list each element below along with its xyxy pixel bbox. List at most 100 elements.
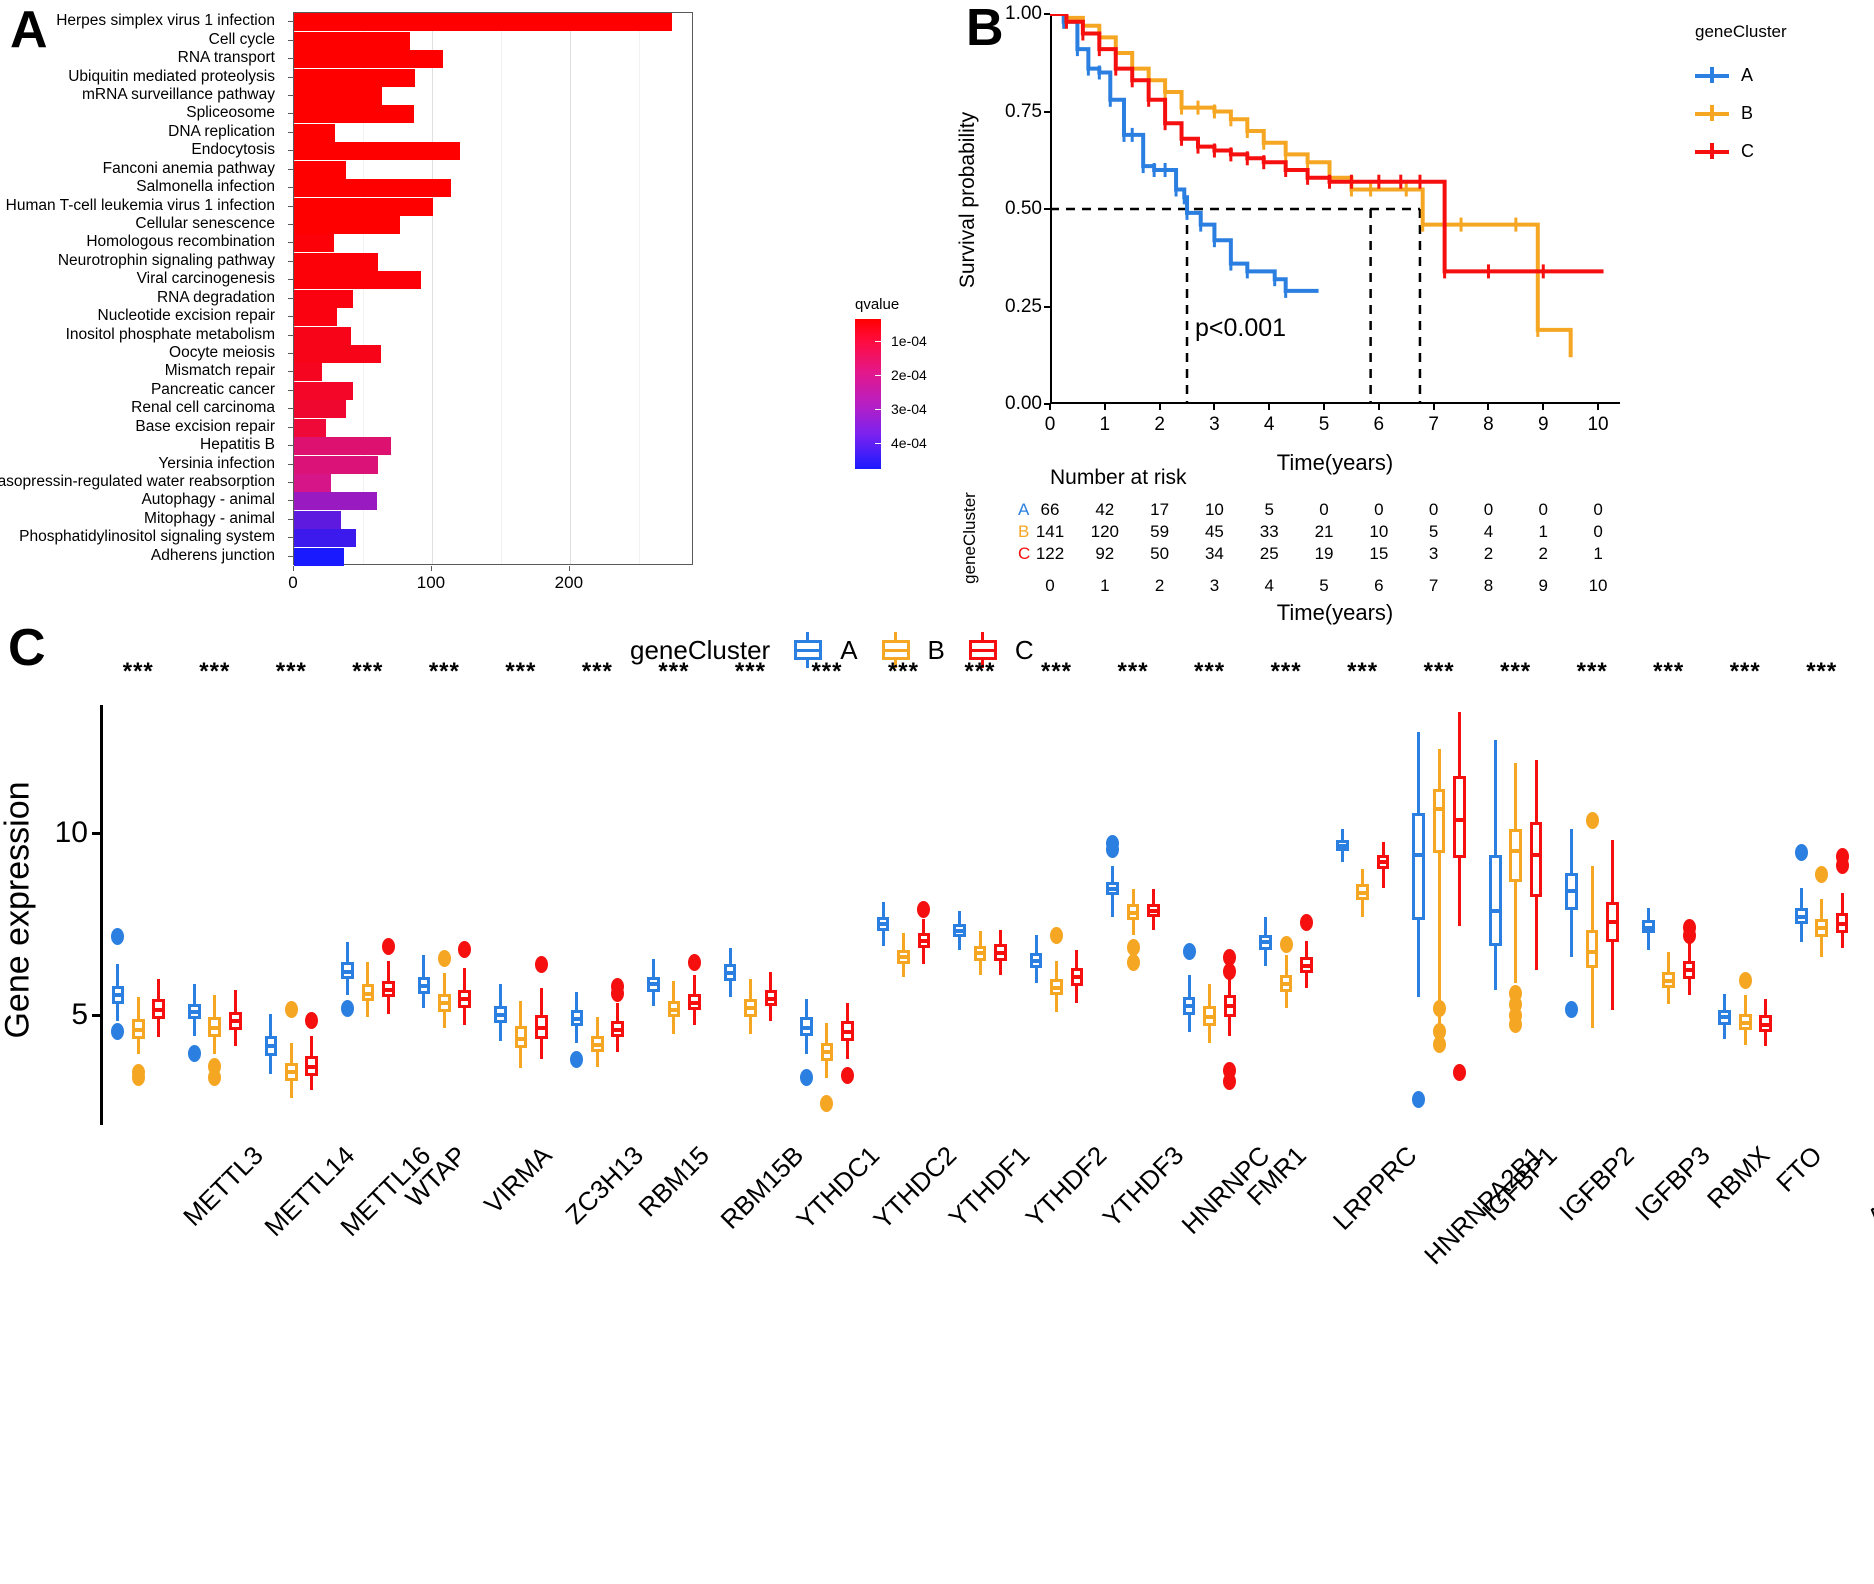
kegg-bar-row[interactable] xyxy=(294,474,694,493)
kegg-category-tick xyxy=(288,21,293,23)
boxplot-outlier xyxy=(131,1069,145,1087)
kegg-bar-row[interactable] xyxy=(294,197,694,216)
kegg-bar-row[interactable] xyxy=(294,50,694,69)
kegg-bar-row[interactable] xyxy=(294,215,694,234)
kegg-bar[interactable] xyxy=(294,345,381,364)
kegg-bar[interactable] xyxy=(294,179,452,198)
kegg-bar-row[interactable] xyxy=(294,455,694,474)
km-x-tick-label: 8 xyxy=(1483,414,1494,435)
kegg-bar[interactable] xyxy=(294,271,421,290)
kegg-bar-row[interactable] xyxy=(294,105,694,124)
risk-table-y-title: geneCluster xyxy=(960,492,979,584)
kegg-bar-row[interactable] xyxy=(294,381,694,400)
kegg-bar[interactable] xyxy=(294,160,347,179)
boxplot-outlier xyxy=(1106,840,1120,858)
kegg-bar-row[interactable] xyxy=(294,345,694,364)
kegg-bar[interactable] xyxy=(294,363,322,382)
boxplot-outlier xyxy=(1223,963,1237,981)
kegg-bar-row[interactable] xyxy=(294,510,694,529)
kegg-bar[interactable] xyxy=(294,142,460,161)
kegg-bar-row[interactable] xyxy=(294,529,694,548)
km-x-tick xyxy=(1597,404,1600,410)
significance-marker: *** xyxy=(1423,658,1455,685)
boxplot-y-tick-label: 10 xyxy=(54,815,88,849)
kegg-bar[interactable] xyxy=(294,252,379,271)
km-legend-item-a[interactable]: A xyxy=(1695,56,1787,94)
qvalue-legend-label: 3e-04 xyxy=(891,401,927,417)
kegg-bar[interactable] xyxy=(294,289,354,308)
kegg-category-label: Viral carcinogenesis xyxy=(136,270,275,288)
boxplot-median-line xyxy=(264,1044,278,1049)
kegg-bar-row[interactable] xyxy=(294,437,694,456)
boxplot-median-line xyxy=(305,1064,319,1069)
kegg-category-label: mRNA surveillance pathway xyxy=(82,85,275,103)
kegg-bar-row[interactable] xyxy=(294,271,694,290)
boxplot-outlier xyxy=(437,950,451,968)
kegg-bar[interactable] xyxy=(294,215,401,234)
kegg-bar[interactable] xyxy=(294,234,334,253)
kegg-bar[interactable] xyxy=(294,13,672,32)
risk-cell: 5 xyxy=(1264,500,1274,519)
gene-label: YTHDF2 xyxy=(1019,1140,1113,1233)
km-legend-item-b[interactable]: B xyxy=(1695,94,1787,132)
kegg-bar[interactable] xyxy=(294,529,357,548)
kegg-bar[interactable] xyxy=(294,455,379,474)
km-x-tick xyxy=(1542,404,1545,410)
kegg-bar-row[interactable] xyxy=(294,13,694,32)
kegg-bar[interactable] xyxy=(294,31,410,50)
kegg-bar-row[interactable] xyxy=(294,179,694,198)
boxplot-outlier xyxy=(917,901,931,919)
kegg-bar[interactable] xyxy=(294,68,416,87)
kegg-bar-row[interactable] xyxy=(294,400,694,419)
kegg-bar[interactable] xyxy=(294,197,434,216)
kegg-bar[interactable] xyxy=(294,437,391,456)
kegg-bar-row[interactable] xyxy=(294,31,694,50)
km-x-tick xyxy=(1213,404,1216,410)
kegg-bar[interactable] xyxy=(294,492,377,511)
boxplot-outlier xyxy=(305,1012,319,1030)
kegg-bar-row[interactable] xyxy=(294,289,694,308)
panel-c-letter: C xyxy=(8,619,46,677)
boxplot-median-line xyxy=(994,951,1007,956)
kegg-category-tick xyxy=(288,371,293,373)
kegg-bar-row[interactable] xyxy=(294,252,694,271)
kegg-bar[interactable] xyxy=(294,547,344,566)
kegg-category-tick xyxy=(288,187,293,189)
kegg-bar[interactable] xyxy=(294,105,414,124)
kegg-bar-row[interactable] xyxy=(294,326,694,345)
kegg-bar-row[interactable] xyxy=(294,234,694,253)
kegg-bar[interactable] xyxy=(294,474,332,493)
kegg-bar-row[interactable] xyxy=(294,363,694,382)
km-x-tick-label: 0 xyxy=(1044,414,1056,435)
risk-cell: 25 xyxy=(1259,544,1279,563)
kegg-bar[interactable] xyxy=(294,510,341,529)
kegg-bar[interactable] xyxy=(294,381,354,400)
kegg-bar-row[interactable] xyxy=(294,547,694,566)
kegg-bar[interactable] xyxy=(294,400,347,419)
kegg-bar[interactable] xyxy=(294,418,326,437)
kegg-bar-row[interactable] xyxy=(294,492,694,511)
kegg-bar-row[interactable] xyxy=(294,123,694,142)
gene-label: IGFBP3 xyxy=(1629,1140,1716,1227)
kegg-bar[interactable] xyxy=(294,123,336,142)
qvalue-legend-label: 4e-04 xyxy=(891,435,927,451)
kegg-bar[interactable] xyxy=(294,86,383,105)
kegg-bar[interactable] xyxy=(294,308,337,327)
kegg-bar-row[interactable] xyxy=(294,68,694,87)
kegg-category-label: Homologous recombination xyxy=(86,233,275,251)
kegg-bar-row[interactable] xyxy=(294,308,694,327)
kegg-bar-row[interactable] xyxy=(294,160,694,179)
kegg-category-label: Mitophagy - animal xyxy=(144,509,275,527)
kegg-bar-row[interactable] xyxy=(294,418,694,437)
boxplot-median-line xyxy=(1718,1015,1732,1020)
kegg-bar-row[interactable] xyxy=(294,86,694,105)
kegg-bar-row[interactable] xyxy=(294,142,694,161)
boxplot-median-line xyxy=(1412,852,1426,857)
boxplot-median-line xyxy=(973,951,987,956)
km-legend-item-c[interactable]: C xyxy=(1695,132,1787,170)
boxplot-median-line xyxy=(417,984,431,989)
boxplot-median-line xyxy=(1662,978,1675,983)
kegg-bar[interactable] xyxy=(294,50,443,69)
kegg-bar[interactable] xyxy=(294,326,351,345)
boxplot-outlier xyxy=(1815,866,1829,884)
